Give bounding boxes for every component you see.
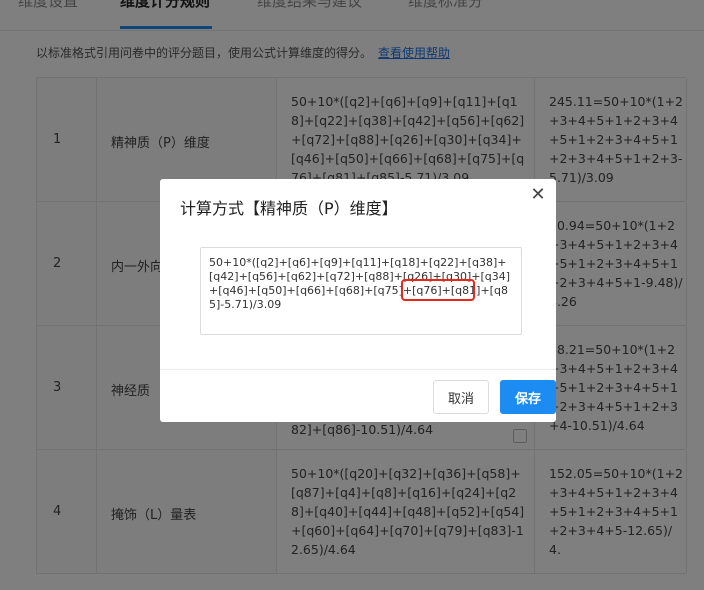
modal-divider xyxy=(160,369,556,370)
formula-modal: 计算方式【精神质（P）维度】 ✕ 50+10*([q2]+[q6]+[q9]+[… xyxy=(160,179,556,422)
cancel-button[interactable]: 取消 xyxy=(433,380,489,414)
highlight-annotation xyxy=(401,279,475,301)
close-icon[interactable]: ✕ xyxy=(528,185,548,205)
modal-title: 计算方式【精神质（P）维度】 xyxy=(180,199,398,218)
save-button[interactable]: 保存 xyxy=(500,380,556,414)
